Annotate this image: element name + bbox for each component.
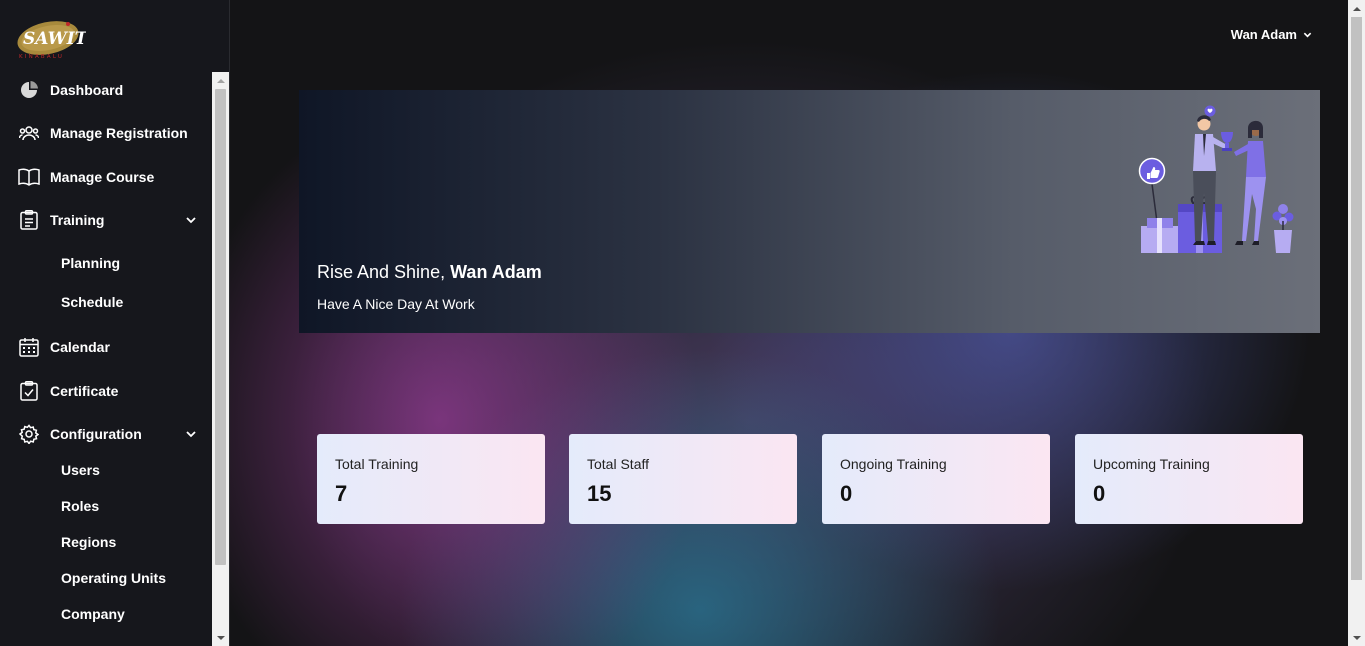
chevron-down-icon [1303, 32, 1312, 38]
greeting-text: Rise And Shine, Wan Adam [317, 262, 542, 283]
sidebar-subitem-operating-units[interactable]: Operating Units [61, 567, 166, 589]
sidebar-item-label: Calendar [50, 339, 110, 355]
chevron-down-icon[interactable] [185, 214, 197, 226]
sidebar-subitem-planning[interactable]: Planning [61, 252, 120, 274]
users-icon [18, 122, 40, 144]
stat-card-total-staff[interactable]: Total Staff 15 [569, 434, 797, 524]
sidebar-item-calendar[interactable]: Calendar [18, 333, 203, 361]
sidebar-subitem-roles[interactable]: Roles [61, 495, 99, 517]
stat-card-total-training[interactable]: Total Training 7 [317, 434, 545, 524]
main-content: Wan Adam Rise And Shine, Wan Adam Have A… [230, 0, 1348, 646]
sidebar-item-manage-course[interactable]: Manage Course [18, 163, 203, 191]
sidebar-subitem-label: Users [61, 462, 100, 478]
sidebar-subitem-label: Company [61, 606, 125, 622]
sidebar-item-label: Certificate [50, 383, 119, 399]
stat-value: 0 [840, 481, 853, 506]
greeting-name: Wan Adam [450, 262, 542, 282]
sidebar-subitem-label: Schedule [61, 294, 124, 310]
sidebar-scrollbar-thumb[interactable] [215, 89, 226, 565]
sidebar-item-label: Manage Registration [50, 125, 188, 141]
sidebar-subitem-label: Roles [61, 498, 100, 514]
chevron-down-icon[interactable] [185, 428, 197, 440]
sidebar-subitem-regions[interactable]: Regions [61, 531, 116, 553]
calendar-icon [18, 336, 40, 358]
sidebar-subitem-label: Operating Units [61, 570, 167, 586]
stat-label: Ongoing Training [840, 456, 947, 472]
sidebar-subitem-company[interactable]: Company [61, 603, 125, 625]
sidebar-subitem-users[interactable]: Users [61, 459, 100, 481]
clipboard-check-icon [18, 380, 40, 402]
stat-card-upcoming-training[interactable]: Upcoming Training 0 [1075, 434, 1303, 524]
greeting-prefix: Rise And Shine, [317, 262, 446, 282]
user-menu[interactable]: Wan Adam [1231, 27, 1312, 42]
stat-label: Total Staff [587, 456, 650, 472]
sidebar-item-training[interactable]: Training [18, 206, 203, 234]
sidebar-subitem-label: Planning [61, 255, 121, 271]
scroll-up-arrow-icon[interactable] [1348, 0, 1365, 17]
clipboard-list-icon [18, 209, 40, 231]
stat-card-ongoing-training[interactable]: Ongoing Training 0 [822, 434, 1050, 524]
user-name: Wan Adam [1230, 27, 1297, 42]
stat-value: 7 [335, 481, 348, 506]
stat-value: 15 [587, 481, 612, 506]
scroll-down-arrow-icon[interactable] [212, 629, 229, 646]
sidebar-item-label: Configuration [50, 426, 142, 442]
greeting-subtitle: Have A Nice Day At Work [317, 296, 475, 312]
sidebar: SAWIT KINABALU Dashboard Manage Registra… [0, 0, 230, 646]
sidebar-item-label: Training [50, 212, 105, 228]
sidebar-nav: Dashboard Manage Registration Manage Cou… [0, 72, 212, 646]
book-icon [18, 166, 40, 188]
stat-label: Upcoming Training [1093, 456, 1210, 472]
gear-icon [18, 423, 40, 445]
sidebar-item-dashboard[interactable]: Dashboard [18, 76, 203, 104]
sidebar-item-manage-registration[interactable]: Manage Registration [18, 119, 203, 147]
svg-text:KINABALU: KINABALU [19, 54, 64, 60]
stat-value: 0 [1093, 481, 1106, 506]
sidebar-subitem-label: Regions [61, 534, 117, 550]
scroll-up-arrow-icon[interactable] [212, 72, 229, 89]
svg-text:SAWIT: SAWIT [23, 29, 86, 49]
scroll-down-arrow-icon[interactable] [1348, 629, 1365, 646]
stat-label: Total Training [335, 456, 419, 472]
sidebar-item-configuration[interactable]: Configuration [18, 420, 203, 448]
sidebar-item-label: Manage Course [50, 169, 155, 185]
celebration-illustration [1138, 105, 1294, 253]
welcome-banner: Rise And Shine, Wan Adam Have A Nice Day… [299, 90, 1320, 333]
sawit-kinabalu-logo[interactable]: SAWIT KINABALU [16, 18, 89, 60]
pie-chart-icon [18, 79, 40, 101]
sidebar-item-label: Dashboard [50, 82, 124, 98]
sidebar-subitem-schedule[interactable]: Schedule [61, 291, 123, 313]
sidebar-item-certificate[interactable]: Certificate [18, 377, 203, 405]
page-scrollbar-thumb[interactable] [1351, 17, 1362, 580]
